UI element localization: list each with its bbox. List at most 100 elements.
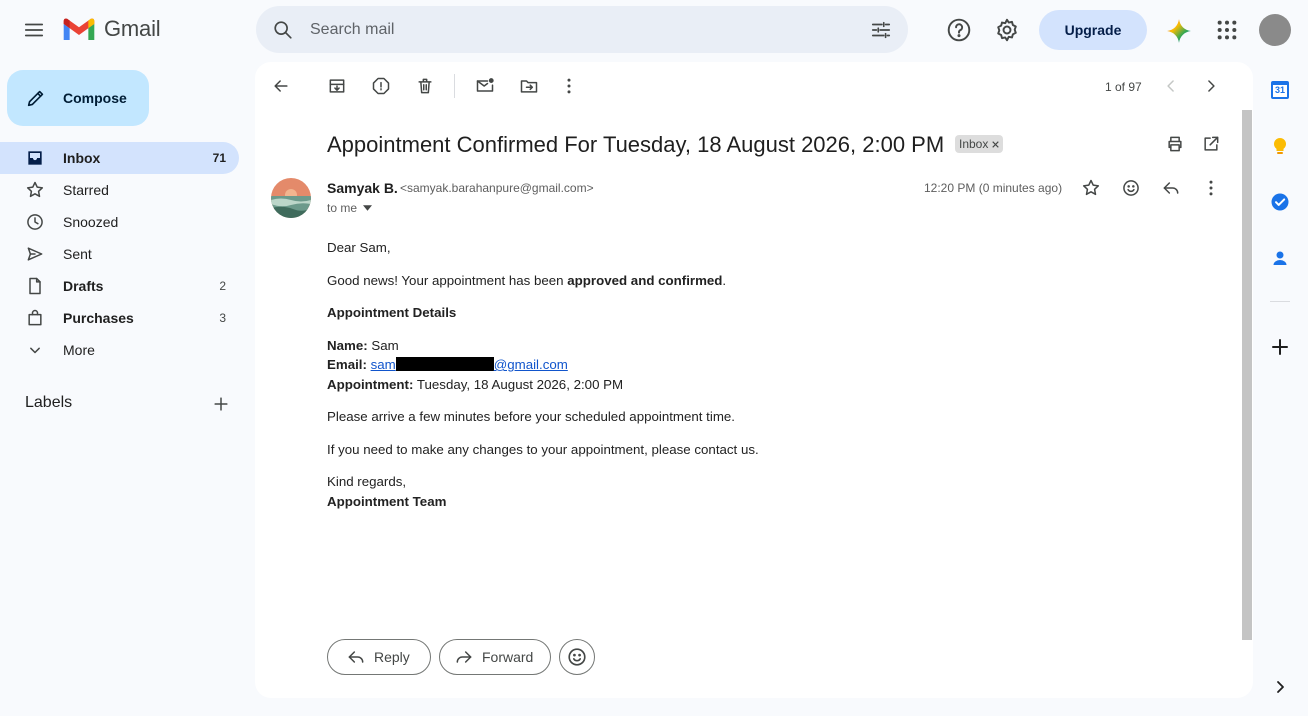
trash-icon[interactable] xyxy=(415,76,435,96)
main-menu-button[interactable] xyxy=(20,16,48,44)
nav-label: Sent xyxy=(63,246,92,262)
newer-chevron-left-icon[interactable] xyxy=(1161,76,1181,96)
compose-button[interactable]: Compose xyxy=(7,70,149,126)
detail-name: Name: Sam xyxy=(327,338,399,353)
upgrade-button[interactable]: Upgrade xyxy=(1039,10,1147,50)
search-options-icon[interactable] xyxy=(870,19,892,41)
details-heading-text: Appointment Details xyxy=(327,305,457,320)
details-heading: Appointment Details xyxy=(327,305,456,320)
nav-label: Inbox xyxy=(63,150,101,166)
detail-email-label: Email: xyxy=(327,357,367,372)
search-bar[interactable] xyxy=(256,6,908,53)
reply-icon xyxy=(348,651,364,663)
side-panel-divider xyxy=(1270,301,1290,302)
gemini-sparkle-icon xyxy=(1167,19,1191,43)
search-icon[interactable] xyxy=(272,19,294,41)
pagination-text: 1 of 97 xyxy=(1105,80,1142,94)
emoji-icon xyxy=(568,648,586,666)
hamburger-menu-icon xyxy=(24,23,44,37)
label-chip-text: Inbox xyxy=(959,137,989,151)
forward-button[interactable]: Forward xyxy=(439,639,551,675)
open-new-window-icon[interactable] xyxy=(1201,134,1221,154)
chevron-down-icon xyxy=(30,347,40,354)
nav-label: More xyxy=(63,342,95,358)
nav-item-inbox[interactable]: Inbox 71 xyxy=(0,142,239,174)
nav-item-sent[interactable]: Sent xyxy=(0,238,239,270)
nav-item-more[interactable]: More xyxy=(0,334,239,366)
detail-name-value: Sam xyxy=(367,338,399,353)
more-vertical-icon[interactable] xyxy=(559,76,579,96)
remove-label-icon[interactable] xyxy=(992,140,1000,148)
help-icon xyxy=(947,18,971,42)
reply-icon[interactable] xyxy=(1161,178,1181,198)
gmail-logo[interactable]: Gmail xyxy=(62,16,161,42)
intro-end: . xyxy=(722,273,727,288)
toolbar-divider xyxy=(454,74,455,98)
emoji-reaction-icon[interactable] xyxy=(1121,178,1141,198)
gemini-button[interactable] xyxy=(1166,18,1192,44)
email-subject: Appointment Confirmed For Tuesday, 18 Au… xyxy=(327,132,945,157)
intro-text: Good news! Your appointment has been xyxy=(327,273,568,288)
detail-appointment: Appointment: Tuesday, 18 August 2026, 2:… xyxy=(327,377,623,392)
reply-button[interactable]: Reply xyxy=(327,639,431,675)
back-arrow-icon[interactable] xyxy=(271,76,291,96)
keep-bulb-icon xyxy=(1273,137,1287,154)
support-button[interactable] xyxy=(946,17,972,43)
item-count: 2 xyxy=(219,279,226,293)
shopping-bag-icon xyxy=(28,309,42,326)
nav-item-snoozed[interactable]: Snoozed xyxy=(0,206,239,238)
redaction-block xyxy=(395,357,494,371)
detail-name-label: Name: xyxy=(327,338,368,353)
gmail-m-icon xyxy=(63,18,95,41)
sender-avatar[interactable] xyxy=(271,178,311,218)
contacts-app-button[interactable] xyxy=(1270,248,1290,268)
arrive-note: Please arrive a few minutes before your … xyxy=(327,409,735,424)
nav-label: Snoozed xyxy=(63,214,119,230)
add-label-icon[interactable] xyxy=(211,394,231,414)
tasks-app-button[interactable] xyxy=(1270,192,1290,212)
nav-item-drafts[interactable]: Drafts 2 xyxy=(0,270,239,302)
keep-app-button[interactable] xyxy=(1270,136,1290,156)
message-view: 1 of 97 Appointment Confirmed For Tuesda… xyxy=(255,62,1253,698)
search-input[interactable] xyxy=(310,6,850,53)
forward-icon xyxy=(456,651,472,663)
apps-grid-icon xyxy=(1217,20,1237,40)
emoji-react-button[interactable] xyxy=(559,639,595,675)
mark-unread-icon[interactable] xyxy=(475,76,495,96)
detail-email: Email: sam @gmail.com xyxy=(327,357,568,372)
landscape-avatar-image xyxy=(271,178,311,218)
report-spam-icon[interactable] xyxy=(371,76,391,96)
account-avatar[interactable] xyxy=(1259,14,1291,46)
detail-appointment-value: Tuesday, 18 August 2026, 2:00 PM xyxy=(413,377,624,392)
calendar-day: 31 xyxy=(1274,85,1285,95)
intro-paragraph: Good news! Your appointment has been app… xyxy=(327,273,726,288)
archive-icon[interactable] xyxy=(327,76,347,96)
app-name: Gmail xyxy=(104,16,161,41)
more-vertical-icon[interactable] xyxy=(1201,178,1221,198)
nav-item-starred[interactable]: Starred xyxy=(0,174,239,206)
move-to-icon[interactable] xyxy=(519,76,539,96)
contacts-person-icon xyxy=(1273,251,1287,265)
star-icon[interactable] xyxy=(1081,178,1101,198)
tasks-check-icon xyxy=(1271,193,1289,211)
draft-file-icon xyxy=(29,277,41,295)
calendar-app-button[interactable]: 31 xyxy=(1270,80,1290,100)
labels-heading: Labels xyxy=(25,394,73,411)
settings-button[interactable] xyxy=(994,17,1020,43)
older-chevron-right-icon[interactable] xyxy=(1201,76,1221,96)
sender-email: <samyak.barahanpure@gmail.com> xyxy=(400,181,594,195)
recipient-details-toggle[interactable]: to me xyxy=(327,201,373,215)
get-addons-button[interactable] xyxy=(1270,337,1290,357)
detail-email-link[interactable]: sam @gmail.com xyxy=(371,357,568,372)
print-icon[interactable] xyxy=(1165,134,1185,154)
star-icon xyxy=(26,181,44,198)
google-apps-button[interactable] xyxy=(1216,19,1238,41)
closing: Kind regards, xyxy=(327,474,407,489)
show-side-panel-button[interactable] xyxy=(1270,677,1290,697)
detail-appointment-label: Appointment: xyxy=(327,377,414,392)
label-chip-inbox[interactable]: Inbox xyxy=(955,135,1004,153)
send-icon xyxy=(27,247,43,261)
sender-name[interactable]: Samyak B. xyxy=(327,180,398,196)
scrollbar[interactable] xyxy=(1242,110,1252,640)
nav-item-purchases[interactable]: Purchases 3 xyxy=(0,302,239,334)
